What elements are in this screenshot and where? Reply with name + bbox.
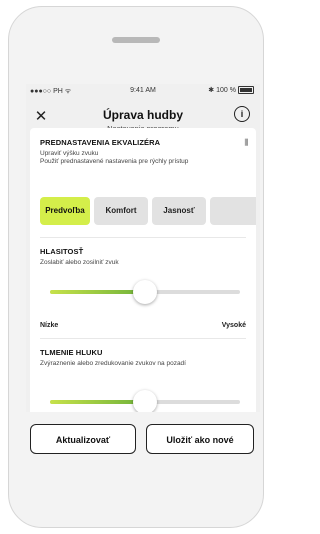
section-divider	[40, 338, 246, 339]
noise-description: Zvýraznenie alebo zredukovanie zvukov na…	[40, 360, 186, 367]
noise-title: TLMENIE HLUKU	[40, 348, 103, 357]
volume-fill	[50, 290, 145, 294]
page-title: Úprava hudby	[102, 108, 183, 122]
preset-jasnost[interactable]: Jasnosť	[152, 197, 206, 225]
preset-more[interactable]	[210, 197, 256, 225]
status-right: ✱ 100 %	[208, 86, 254, 94]
equalizer-description: Upraviť výšku zvuku Použiť prednastavené…	[40, 150, 189, 165]
phone-speaker	[112, 37, 160, 43]
app-screen: ●●●○○ PH ᯤ 9:41 AM ✱ 100 % ✕ Úprava hudb…	[26, 84, 260, 470]
info-icon[interactable]: i	[234, 106, 250, 122]
volume-slider[interactable]	[50, 280, 240, 304]
volume-max-label: Vysoké	[221, 322, 246, 329]
noise-fill	[50, 400, 145, 404]
save-as-new-button[interactable]: Uložiť ako nové	[146, 424, 254, 454]
preset-komfort[interactable]: Komfort	[94, 197, 148, 225]
section-divider	[40, 237, 246, 238]
bluetooth-icon: ✱	[208, 87, 215, 94]
preset-predvolba[interactable]: Predvoľba	[40, 197, 90, 225]
battery-percent: 100 %	[216, 86, 236, 94]
status-bar: ●●●○○ PH ᯤ 9:41 AM ✱ 100 %	[26, 84, 260, 98]
volume-title: HLASITOSŤ	[40, 247, 84, 256]
equalizer-title: PREDNASTAVENIA EKVALIZÉRA	[40, 138, 161, 147]
preset-list: Predvoľba Komfort Jasnosť	[40, 197, 256, 225]
volume-min-label: Nízke	[40, 322, 59, 329]
equalizer-sliders-icon[interactable]: ⫼	[244, 138, 248, 148]
noise-slider[interactable]	[50, 390, 240, 414]
update-button[interactable]: Aktualizovať	[30, 424, 136, 454]
battery-icon	[238, 86, 254, 94]
noise-thumb[interactable]	[133, 390, 157, 414]
volume-description: Zoslabiť alebo zosilniť zvuk	[40, 259, 119, 266]
volume-thumb[interactable]	[133, 280, 157, 304]
action-footer: Aktualizovať Uložiť ako nové	[26, 412, 260, 470]
